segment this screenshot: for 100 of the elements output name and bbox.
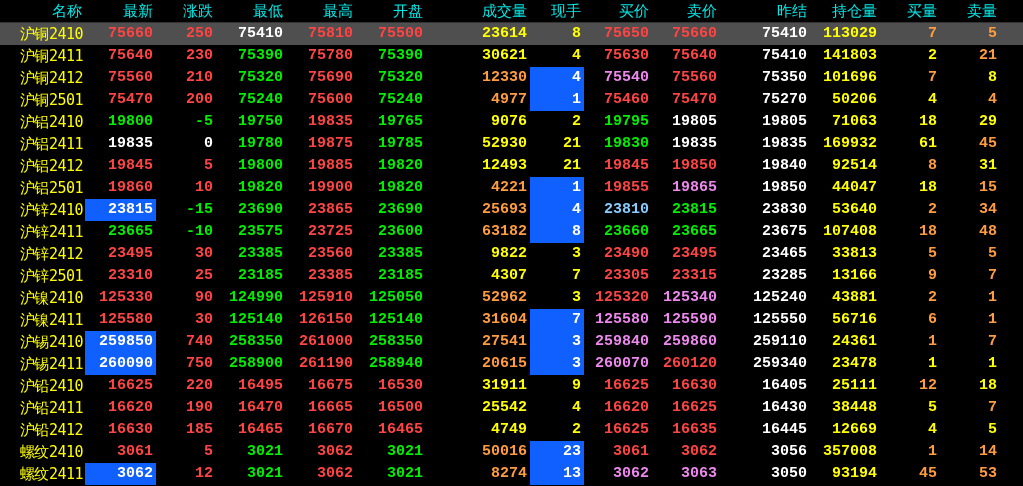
table-cell: 27541 bbox=[482, 334, 527, 350]
table-cell: 101696 bbox=[823, 70, 877, 86]
table-cell: 53 bbox=[979, 466, 997, 482]
table-cell: 259860 bbox=[663, 334, 717, 350]
table-cell: 125580 bbox=[595, 312, 649, 328]
table-cell: 23575 bbox=[238, 224, 283, 240]
column-header[interactable]: 持仓量 bbox=[810, 0, 880, 22]
table-cell: 5 bbox=[204, 444, 213, 460]
table-cell: 19850 bbox=[762, 180, 807, 196]
table-cell: 126150 bbox=[299, 312, 353, 328]
table-cell: 50016 bbox=[482, 444, 527, 460]
table-cell: 125330 bbox=[99, 290, 153, 306]
column-header[interactable]: 开盘 bbox=[356, 0, 426, 22]
table-cell: 3 bbox=[572, 334, 581, 350]
table-cell: 230 bbox=[186, 48, 213, 64]
table-cell: 8 bbox=[572, 224, 581, 240]
table-cell: 23310 bbox=[108, 268, 153, 284]
contract-name: 沪铜2410 bbox=[18, 24, 84, 45]
table-cell: 23665 bbox=[672, 224, 717, 240]
table-cell: 3061 bbox=[613, 444, 649, 460]
table-cell: 92514 bbox=[832, 158, 877, 174]
table-cell: 23665 bbox=[108, 224, 153, 240]
table-cell: 259110 bbox=[753, 334, 807, 350]
table-cell: 19835 bbox=[308, 114, 353, 130]
table-cell: 5 bbox=[988, 422, 997, 438]
table-cell: 259850 bbox=[99, 334, 153, 350]
table-cell: 44047 bbox=[832, 180, 877, 196]
column-header[interactable]: 买量 bbox=[880, 0, 940, 22]
table-cell: 75410 bbox=[762, 26, 807, 42]
table-cell: 4 bbox=[572, 70, 581, 86]
contract-name: 沪铜2501 bbox=[18, 90, 84, 111]
table-cell: 23560 bbox=[308, 246, 353, 262]
contract-name: 沪锡2410 bbox=[18, 332, 84, 353]
table-cell: 261190 bbox=[299, 356, 353, 372]
table-cell: 23614 bbox=[482, 26, 527, 42]
table-cell: 75690 bbox=[308, 70, 353, 86]
table-cell: 259340 bbox=[753, 356, 807, 372]
table-cell: 7 bbox=[572, 312, 581, 328]
table-cell: 23815 bbox=[108, 202, 153, 218]
table-cell: 16625 bbox=[604, 422, 649, 438]
table-cell: 75470 bbox=[108, 92, 153, 108]
table-cell: 23830 bbox=[762, 202, 807, 218]
table-cell: 210 bbox=[186, 70, 213, 86]
table-cell: 31911 bbox=[482, 378, 527, 394]
table-cell: 3021 bbox=[247, 444, 283, 460]
table-cell: 1 bbox=[928, 444, 937, 460]
contract-name: 沪铅2410 bbox=[18, 376, 84, 397]
table-cell: 19865 bbox=[672, 180, 717, 196]
table-cell: 4 bbox=[572, 400, 581, 416]
table-cell: 3062 bbox=[681, 444, 717, 460]
table-cell: 141803 bbox=[823, 48, 877, 64]
contract-name: 沪锌2411 bbox=[18, 222, 84, 243]
table-cell: 16630 bbox=[672, 378, 717, 394]
column-header[interactable]: 卖价 bbox=[652, 0, 720, 22]
column-header[interactable]: 现手 bbox=[530, 0, 584, 22]
table-row[interactable]: 沪铜2410 75660 250 75410 75810 75500 23614 8 75650 75660 75410 113029 7 5 bbox=[0, 23, 1023, 45]
table-cell: 75470 bbox=[672, 92, 717, 108]
column-header[interactable]: 买价 bbox=[584, 0, 652, 22]
table-cell: 43881 bbox=[832, 290, 877, 306]
contract-name: 沪铝2410 bbox=[18, 112, 84, 133]
table-cell: 16620 bbox=[604, 400, 649, 416]
column-header[interactable]: 名称 bbox=[0, 0, 85, 22]
table-cell: 3021 bbox=[387, 466, 423, 482]
table-cell: 125140 bbox=[229, 312, 283, 328]
table-cell: 18 bbox=[919, 180, 937, 196]
table-cell: 220 bbox=[186, 378, 213, 394]
contract-name: 螺纹2411 bbox=[18, 464, 84, 485]
table-cell: 16665 bbox=[308, 400, 353, 416]
table-cell: 3 bbox=[572, 246, 581, 262]
table-cell: 16625 bbox=[604, 378, 649, 394]
table-cell: 200 bbox=[186, 92, 213, 108]
table-cell: 24361 bbox=[832, 334, 877, 350]
contract-name: 沪锌2410 bbox=[18, 200, 84, 221]
table-cell: 75540 bbox=[604, 70, 649, 86]
column-header[interactable]: 卖量 bbox=[940, 0, 1000, 22]
column-header[interactable]: 最新 bbox=[85, 0, 156, 22]
table-cell: 31604 bbox=[482, 312, 527, 328]
table-cell: 260120 bbox=[663, 356, 717, 372]
column-header[interactable]: 最高 bbox=[286, 0, 356, 22]
table-cell: 6 bbox=[928, 312, 937, 328]
table-cell: 12669 bbox=[832, 422, 877, 438]
column-header[interactable]: 最低 bbox=[216, 0, 286, 22]
table-cell: 740 bbox=[186, 334, 213, 350]
table-cell: 45 bbox=[919, 466, 937, 482]
table-cell: 50206 bbox=[832, 92, 877, 108]
table-cell: 12 bbox=[195, 466, 213, 482]
column-header[interactable]: 涨跌 bbox=[156, 0, 216, 22]
table-cell: 8 bbox=[928, 158, 937, 174]
table-cell: 3062 bbox=[613, 466, 649, 482]
table-cell: 16530 bbox=[378, 378, 423, 394]
column-header[interactable]: 成交量 bbox=[426, 0, 530, 22]
table-cell: 1 bbox=[988, 290, 997, 306]
table-cell: 48 bbox=[979, 224, 997, 240]
table-cell: 1 bbox=[928, 334, 937, 350]
column-header[interactable]: 昨结 bbox=[720, 0, 810, 22]
table-cell: 21 bbox=[979, 48, 997, 64]
table-cell: 25 bbox=[195, 268, 213, 284]
table-cell: 16620 bbox=[108, 400, 153, 416]
table-cell: 75500 bbox=[378, 26, 423, 42]
table-cell: 16470 bbox=[238, 400, 283, 416]
